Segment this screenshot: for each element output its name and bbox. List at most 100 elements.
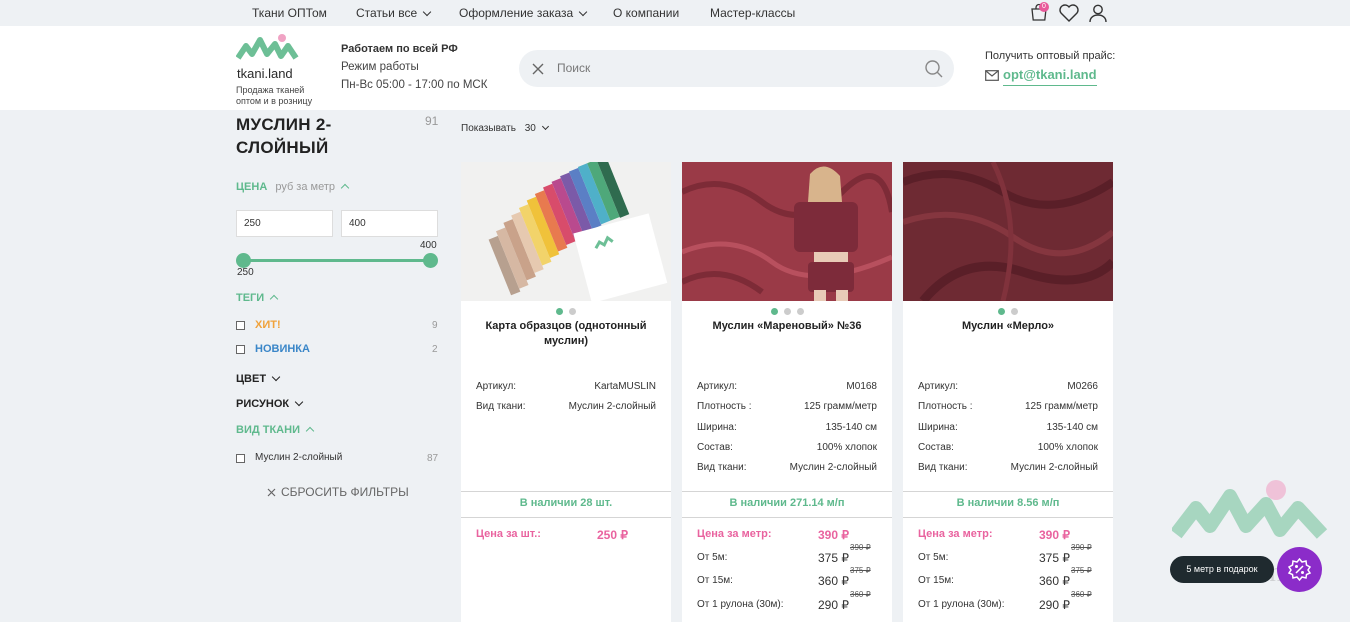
chevron-down-icon bbox=[294, 397, 304, 407]
spec-value: KartaMUSLIN bbox=[594, 381, 656, 392]
per-page-select[interactable]: Показывать 30 bbox=[461, 122, 549, 134]
tier-old-price: 360 ₽ bbox=[1071, 590, 1092, 599]
spec-key: Состав: bbox=[918, 442, 954, 453]
reset-filters-button[interactable]: СБРОСИТЬ ФИЛЬТРЫ bbox=[267, 485, 409, 499]
fabric-photo bbox=[903, 162, 1113, 301]
wholesale-email-link[interactable]: opt@tkani.land bbox=[1003, 67, 1097, 86]
spec-key: Состав: bbox=[697, 442, 733, 453]
tier-label: От 5м: bbox=[918, 552, 949, 563]
pagination-dot[interactable] bbox=[770, 308, 778, 315]
spec-row: Артикул: KartaMUSLIN bbox=[476, 381, 656, 401]
tier-old-price: 390 ₽ bbox=[1071, 543, 1092, 552]
product-title[interactable]: Муслин «Мерло» bbox=[918, 319, 1098, 334]
product-title[interactable]: Карта образцов (однотонный муслин) bbox=[476, 319, 656, 349]
slider-max-label: 400 bbox=[420, 240, 437, 251]
image-pagination bbox=[903, 308, 1113, 315]
tag-new-checkbox[interactable] bbox=[236, 345, 245, 354]
nav-item-articles[interactable]: Статьи все bbox=[356, 6, 432, 20]
nav-item-wholesale[interactable]: Ткани ОПТом bbox=[252, 6, 327, 20]
heart-icon[interactable] bbox=[1058, 3, 1080, 23]
price-from-input[interactable]: 250 bbox=[236, 210, 333, 237]
fabric-muslin-label[interactable]: Муслин 2-слойный bbox=[255, 452, 342, 463]
spec-value: 125 грамм/метр bbox=[803, 401, 877, 412]
filter-color-toggle[interactable]: ЦВЕТ bbox=[236, 372, 281, 385]
tier-label: От 15м: bbox=[697, 575, 733, 586]
spec-key: Артикул: bbox=[476, 381, 517, 392]
price-unit: руб за метр bbox=[275, 181, 335, 193]
price-slider-track[interactable] bbox=[243, 259, 430, 262]
product-image[interactable] bbox=[461, 162, 671, 301]
reset-filters-label: СБРОСИТЬ ФИЛЬТРЫ bbox=[281, 485, 409, 499]
slider-min-label: 250 bbox=[237, 267, 254, 278]
spec-key: Вид ткани: bbox=[476, 401, 526, 412]
product-card[interactable]: Муслин «Мерло» Артикул: M0266 Плотность :… bbox=[903, 162, 1113, 622]
nav-item-label: Оформление заказа bbox=[459, 6, 574, 20]
tag-new-label[interactable]: НОВИНКА bbox=[255, 343, 310, 355]
price-to-input[interactable]: 400 bbox=[341, 210, 438, 237]
promo-discount-button[interactable] bbox=[1277, 547, 1322, 592]
product-card[interactable]: Муслин «Мареновый» №36 Артикул: M0168 Пло… bbox=[682, 162, 892, 622]
filter-pattern-toggle[interactable]: РИСУНОК bbox=[236, 397, 304, 410]
filter-tags-toggle[interactable]: ТЕГИ bbox=[236, 292, 279, 304]
pagination-dot[interactable] bbox=[556, 308, 563, 315]
product-card[interactable]: Карта образцов (однотонный муслин) Артик… bbox=[461, 162, 671, 622]
pagination-dot[interactable] bbox=[569, 308, 576, 315]
tier-old-price: 360 ₽ bbox=[850, 590, 871, 599]
search-input[interactable]: Поиск bbox=[557, 61, 590, 75]
sample-card-photo bbox=[461, 162, 671, 301]
product-image[interactable] bbox=[682, 162, 892, 301]
spec-key: Плотность : bbox=[918, 401, 973, 412]
spec-row: Артикул: M0266 bbox=[918, 381, 1098, 401]
chevron-down-icon bbox=[541, 122, 549, 131]
chevron-down-icon bbox=[422, 7, 432, 17]
filter-fabric-toggle[interactable]: ВИД ТКАНИ bbox=[236, 424, 315, 436]
tier-price: 375 ₽ bbox=[818, 551, 849, 565]
price-slider-max-handle[interactable] bbox=[423, 253, 438, 268]
product-count: 91 bbox=[425, 114, 439, 128]
spec-key: Артикул: bbox=[918, 381, 959, 392]
filter-price-toggle[interactable]: ЦЕНА руб за метр bbox=[236, 181, 350, 193]
tier-price: 375 ₽ bbox=[1039, 551, 1070, 565]
site-header: tkani.land Продажа тканей оптом и в розн… bbox=[0, 26, 1350, 110]
chevron-down-icon bbox=[271, 372, 281, 382]
product-image[interactable] bbox=[903, 162, 1113, 301]
filter-section-label: ВИД ТКАНИ bbox=[236, 424, 300, 436]
pagination-dot[interactable] bbox=[783, 308, 791, 315]
divider bbox=[461, 517, 671, 518]
nav-item-masterclass[interactable]: Мастер-классы bbox=[710, 6, 795, 20]
model-photo bbox=[682, 162, 892, 301]
tag-new-count: 2 bbox=[432, 344, 438, 355]
nav-item-about[interactable]: О компании bbox=[613, 6, 679, 20]
divider bbox=[903, 491, 1113, 492]
watermark-logo bbox=[1172, 480, 1328, 539]
search-bar[interactable]: Поиск bbox=[519, 50, 954, 87]
tag-hit-checkbox[interactable] bbox=[236, 321, 245, 330]
pagination-dot[interactable] bbox=[998, 308, 1005, 315]
price-label: Цена за шт.: bbox=[476, 528, 541, 540]
pagination-dot[interactable] bbox=[1011, 308, 1018, 315]
logo-text[interactable]: tkani.land bbox=[237, 66, 293, 81]
fabric-muslin-count: 87 bbox=[427, 453, 439, 464]
spec-row: Ширина: 135-140 см bbox=[697, 422, 877, 442]
nav-item-label: Ткани ОПТом bbox=[252, 6, 327, 20]
fabric-muslin-checkbox[interactable] bbox=[236, 454, 245, 463]
search-icon[interactable] bbox=[924, 59, 944, 79]
stock-status: В наличии 28 шт. bbox=[519, 497, 613, 509]
chevron-up-icon bbox=[305, 426, 315, 436]
user-icon[interactable] bbox=[1088, 3, 1108, 23]
spec-key: Вид ткани: bbox=[918, 462, 968, 473]
tag-hit-label[interactable]: ХИТ! bbox=[255, 319, 281, 331]
pagination-dot[interactable] bbox=[796, 308, 804, 315]
spec-value: 135-140 см bbox=[1046, 422, 1098, 433]
tier-price: 360 ₽ bbox=[1039, 574, 1070, 588]
close-icon bbox=[267, 488, 276, 497]
spec-row: Вид ткани: Муслин 2-слойный bbox=[476, 401, 656, 421]
price-slider-min-handle[interactable] bbox=[236, 253, 251, 268]
clear-search-icon[interactable] bbox=[531, 62, 545, 76]
top-nav: Ткани ОПТом Статьи все Оформление заказа… bbox=[0, 0, 1350, 26]
nav-item-checkout[interactable]: Оформление заказа bbox=[459, 6, 588, 20]
promo-gift-badge[interactable]: 5 метр в подарок bbox=[1170, 556, 1274, 583]
logo-mark[interactable] bbox=[236, 32, 302, 64]
tier-label: От 15м: bbox=[918, 575, 954, 586]
product-title[interactable]: Муслин «Мареновый» №36 bbox=[697, 319, 877, 334]
